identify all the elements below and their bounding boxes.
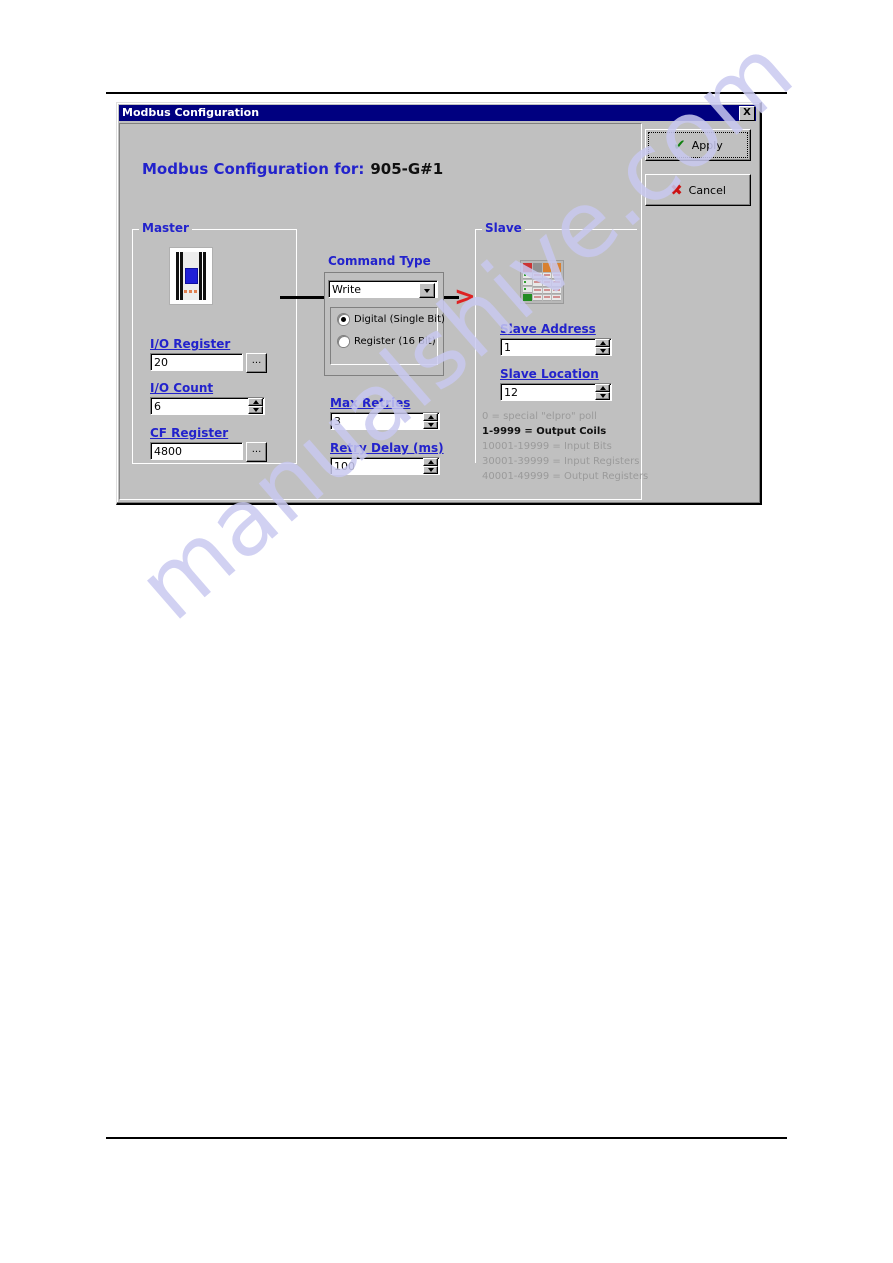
slave-address-stepper[interactable] [595,339,610,355]
flow-arrow-icon: > [454,282,476,312]
master-group-label: Master [139,221,192,235]
slave-location-stepper-up[interactable] [595,384,610,392]
radio-register-16-bit[interactable]: Register (16 Bit) [338,336,436,347]
page-title-prefix: Modbus Configuration for: [142,160,365,178]
page-title: Modbus Configuration for: 905-G#1 [142,160,443,178]
radio-digital-single-bit[interactable]: Digital (Single Bit) [338,314,445,325]
chevron-down-icon[interactable] [419,283,435,298]
retry-delay-stepper[interactable] [423,458,438,474]
command-type-select-value: Write [332,283,362,296]
radio-selected-icon [338,314,349,325]
io-count-stepper-up[interactable] [248,398,263,406]
slave-group-label: Slave [482,221,525,235]
close-x-icon: ✖ [670,180,683,199]
command-type-label: Command Type [328,254,431,268]
page-footer-rule [106,1137,787,1139]
io-count-stepper-down[interactable] [248,406,263,414]
retry-delay-stepper-up[interactable] [423,458,438,466]
radio-digital-label: Digital (Single Bit) [354,314,445,325]
slave-location-stepper-down[interactable] [595,392,610,400]
cf-register-label: CF Register [150,426,229,440]
max-retries-stepper-down[interactable] [423,421,438,429]
dialog-content-panel: Modbus Configuration for: 905-G#1 Master … [119,123,648,500]
legend-line-1: 1-9999 = Output Coils [482,426,607,437]
close-icon[interactable]: X [739,106,755,121]
radio-register-label: Register (16 Bit) [354,336,436,347]
page-title-device: 905-G#1 [370,160,444,178]
slave-address-label: Slave Address [500,322,596,336]
io-register-input[interactable]: 20 [150,353,243,371]
radio-unselected-icon [338,336,349,347]
max-retries-stepper-up[interactable] [423,413,438,421]
legend-line-3: 30001-39999 = Input Registers [482,456,640,467]
legend-line-2: 10001-19999 = Input Bits [482,441,612,452]
modbus-configuration-dialog: Modbus Configuration X Modbus Configurat… [116,102,762,505]
cf-register-input[interactable]: 4800 [150,442,243,460]
retry-delay-label: Retry Delay (ms) [330,441,444,455]
slave-address-stepper-up[interactable] [595,339,610,347]
slave-address-stepper-down[interactable] [595,347,610,355]
io-count-label: I/O Count [150,381,214,395]
slave-location-label: Slave Location [500,367,599,381]
max-retries-label: Max Retries [330,396,411,410]
cf-register-browse-button[interactable]: ... [246,442,267,462]
apply-button[interactable]: ✔ Apply [645,129,751,161]
check-icon: ✔ [673,135,686,154]
io-count-stepper[interactable] [248,398,263,414]
cancel-button-label: Cancel [688,183,726,197]
slave-location-stepper[interactable] [595,384,610,400]
dialog-title: Modbus Configuration [122,106,260,119]
io-register-browse-button[interactable]: ... [246,353,267,373]
apply-button-label: Apply [691,138,723,152]
page-header-rule [106,92,787,94]
plc-module-icon [169,247,213,305]
dialog-titlebar[interactable]: Modbus Configuration X [119,105,756,121]
master-to-command-connector [280,296,324,299]
command-type-select[interactable]: Write [328,280,438,298]
legend-line-4: 40001-49999 = Output Registers [482,471,649,482]
io-register-label: I/O Register [150,337,231,351]
io-rack-icon [520,260,564,304]
max-retries-stepper[interactable] [423,413,438,429]
legend-line-0: 0 = special "elpro" poll [482,411,597,422]
cancel-button[interactable]: ✖ Cancel [645,174,751,206]
retry-delay-stepper-down[interactable] [423,466,438,474]
